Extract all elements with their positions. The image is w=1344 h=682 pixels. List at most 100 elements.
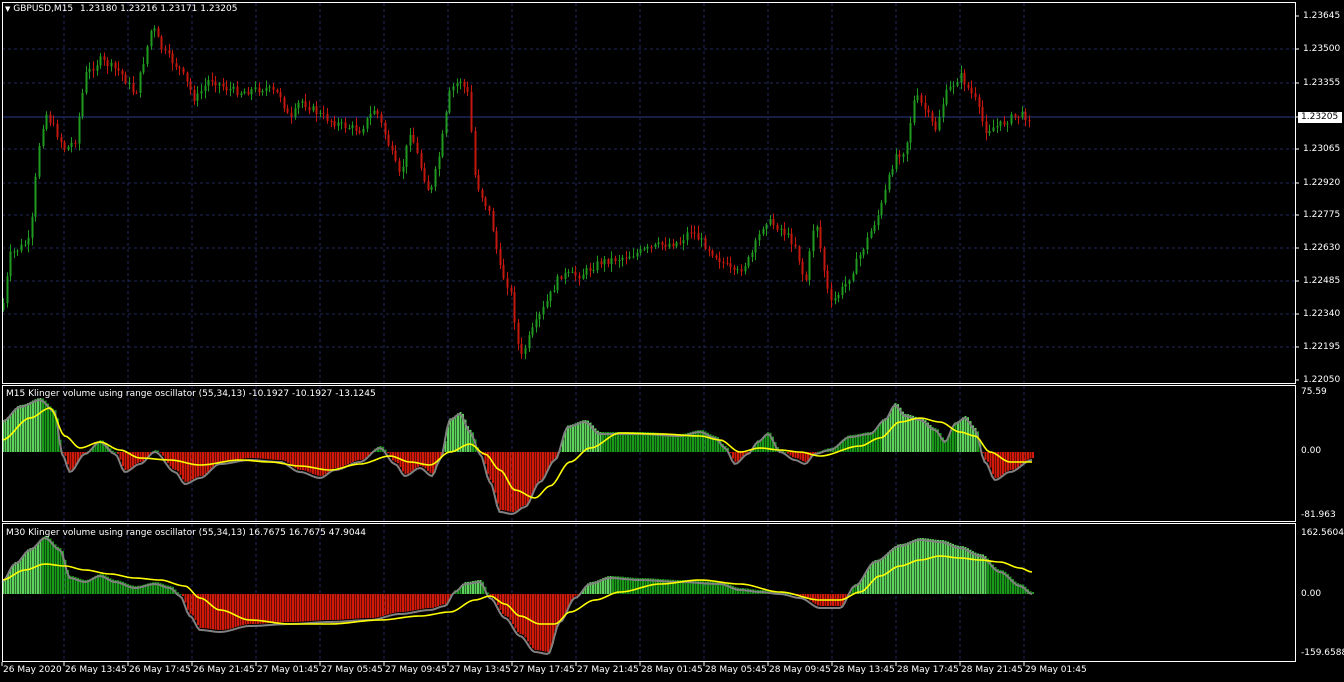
m15-histogram-bar — [49, 406, 52, 452]
m15-histogram-bar — [697, 430, 699, 452]
m30-histogram-bar — [384, 594, 387, 616]
m30-histogram-bar — [354, 594, 357, 619]
m30-histogram-bar — [267, 594, 269, 624]
time-axis-label: 27 May 05:45 — [321, 665, 383, 675]
m30-histogram-bar — [442, 594, 444, 605]
candle-body — [787, 233, 790, 235]
candle-body — [330, 120, 333, 122]
m30-histogram-bar — [524, 594, 527, 638]
m30-histogram-bar — [289, 594, 292, 623]
candle-body — [466, 86, 469, 92]
m15-histogram-bar — [552, 452, 554, 461]
candle-body — [1006, 123, 1009, 125]
m30-histogram-bar — [214, 594, 217, 630]
candle-body — [218, 83, 221, 86]
m15-histogram-bar — [207, 452, 209, 473]
candle-body — [250, 89, 253, 95]
m15-histogram-bar — [587, 420, 589, 452]
candle-body — [790, 233, 793, 245]
time-axis-label: 26 May 2020 — [3, 665, 62, 675]
candle-body — [762, 229, 765, 235]
candle-body — [618, 259, 621, 262]
candle-body — [1003, 121, 1006, 125]
m15-histogram-bar — [314, 452, 317, 475]
m15-histogram-bar — [347, 452, 349, 465]
m30-histogram-bar — [292, 594, 294, 622]
m15-histogram-bar — [459, 412, 462, 452]
m30-histogram-bar — [999, 569, 1002, 594]
candle-body — [27, 237, 30, 245]
m30-histogram-bar — [944, 540, 947, 594]
candle-body — [610, 258, 613, 265]
m30-histogram-bar — [212, 594, 214, 630]
candle-body — [870, 231, 873, 238]
candle-body — [308, 107, 311, 111]
candle-body — [106, 60, 109, 67]
triangle-down-icon[interactable]: ▼ — [5, 5, 10, 13]
m15-histogram-bar — [512, 452, 514, 512]
m15-histogram-bar — [159, 452, 162, 453]
m15-histogram-bar — [914, 416, 917, 452]
candle-body — [20, 244, 23, 251]
candle-body — [679, 242, 682, 244]
candle-body — [614, 258, 617, 262]
m30-histogram-bar — [29, 548, 32, 594]
m30-histogram-bar — [327, 594, 329, 621]
m30-histogram-bar — [307, 594, 309, 622]
m15-histogram-bar — [284, 452, 287, 462]
candle-body — [78, 116, 81, 144]
candle-body — [124, 74, 127, 84]
candle-body — [438, 156, 441, 169]
m30-histogram-bar — [264, 594, 267, 624]
m30-histogram-bar — [339, 594, 342, 620]
m30-histogram-bar — [234, 594, 237, 628]
m15-histogram-bar — [994, 452, 997, 478]
m15-histogram-bar — [304, 452, 307, 471]
candle-body — [607, 259, 610, 265]
candle-body — [484, 197, 487, 207]
candle-body — [996, 125, 999, 128]
m15-histogram-bar — [737, 452, 739, 462]
candle-body — [877, 215, 880, 226]
m30-histogram-bar — [932, 539, 934, 594]
m30-histogram-bar — [219, 594, 222, 630]
candle-body — [506, 278, 509, 288]
m15-histogram-bar — [897, 404, 899, 452]
current-price-label: 1.23205 — [1298, 112, 1342, 123]
m15-histogram-bar — [139, 452, 142, 463]
candle-body — [387, 134, 390, 146]
candle-body — [978, 97, 981, 107]
m30-histogram-bar — [377, 594, 379, 618]
candle-body — [240, 93, 243, 96]
candle-body — [121, 70, 124, 75]
candle-body — [744, 266, 747, 272]
m30-histogram-bar — [974, 552, 977, 594]
candle-body — [1024, 111, 1027, 121]
m30-histogram-bar — [352, 594, 354, 619]
m15-histogram-bar — [424, 452, 427, 469]
symbol-header[interactable]: ▼ GBPUSD,M15 1.23180 1.23216 1.23171 1.2… — [5, 4, 237, 15]
m15-histogram-bar — [1014, 452, 1017, 469]
m15-histogram-bar — [529, 452, 532, 500]
candle-body — [49, 114, 52, 123]
m15-histogram-bar — [264, 452, 267, 459]
candle-body — [675, 242, 678, 247]
candle-body — [351, 125, 354, 129]
m30-histogram-bar — [907, 542, 909, 594]
chart-canvas[interactable] — [0, 0, 1344, 682]
candle-body — [481, 189, 484, 198]
m30-histogram-bar — [909, 541, 912, 594]
m15-histogram-bar — [279, 452, 282, 460]
candle-body — [524, 348, 527, 354]
m30-histogram-bar — [269, 594, 272, 624]
candle-body — [391, 145, 394, 151]
m15-histogram-bar — [124, 452, 127, 470]
candle-body — [668, 243, 671, 247]
candle-body — [776, 225, 779, 230]
m15-histogram-bar — [789, 452, 792, 456]
m30-histogram-bar — [949, 542, 952, 594]
m15-histogram-bar — [497, 452, 499, 504]
candle-body — [42, 128, 45, 146]
m15-histogram-bar — [164, 452, 167, 460]
m15-histogram-bar — [239, 452, 242, 460]
